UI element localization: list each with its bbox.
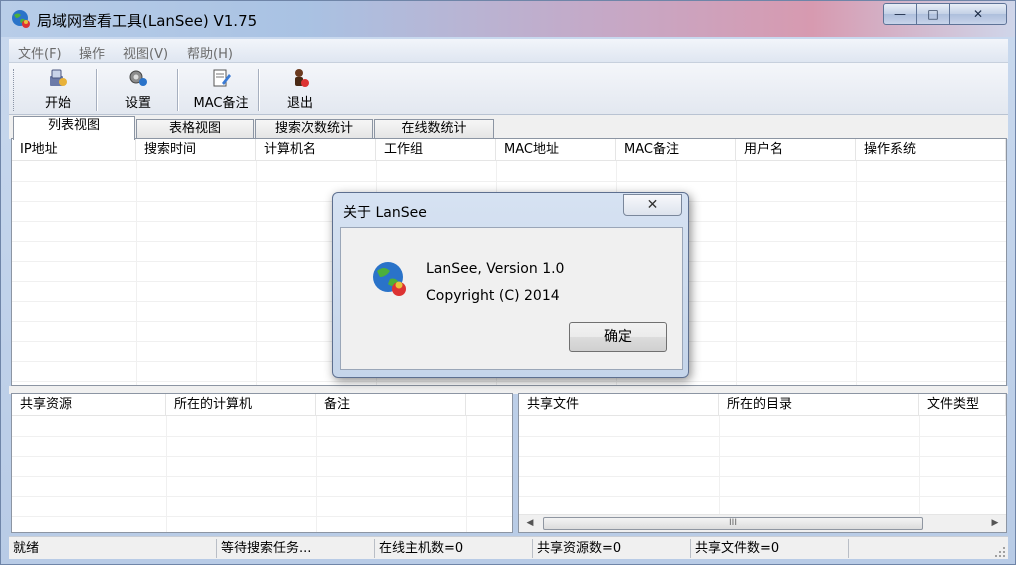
grid-line <box>919 416 920 514</box>
grid-line <box>736 161 737 385</box>
settings-icon <box>129 70 147 86</box>
col-search-time[interactable]: 搜索时间 <box>136 139 256 161</box>
scroll-left-icon[interactable]: ◀ <box>521 515 539 532</box>
grid-line <box>519 436 1006 437</box>
grid-line <box>12 436 512 437</box>
start-button[interactable]: 开始 <box>31 67 85 113</box>
toolbar-separator <box>96 69 98 111</box>
grid-line <box>316 416 317 532</box>
toolbar-separator <box>258 69 260 111</box>
start-label: 开始 <box>44 96 71 111</box>
files-list[interactable]: 共享文件 所在的目录 文件类型 ◀ III ▶ <box>518 393 1007 533</box>
minimize-icon: — <box>894 7 906 21</box>
start-icon <box>50 69 67 86</box>
minimize-button[interactable]: — <box>883 3 917 25</box>
grid-line <box>719 416 720 514</box>
status-file-count: 共享文件数=0 <box>691 539 849 558</box>
shares-list[interactable]: 共享资源 所在的计算机 备注 <box>11 393 513 533</box>
col-workgroup[interactable]: 工作组 <box>376 139 496 161</box>
col-computer-name[interactable]: 计算机名 <box>256 139 376 161</box>
col-mac-note[interactable]: MAC备注 <box>616 139 736 161</box>
scroll-thumb[interactable]: III <box>543 517 923 530</box>
app-window: 局域网查看工具(LanSee) V1.75 — □ ✕ 文件(F) 操作 视图(… <box>0 0 1016 565</box>
status-online-hosts: 在线主机数=0 <box>375 539 533 558</box>
view-tabs: 列表视图 表格视图 搜索次数统计 在线数统计 <box>9 115 1008 140</box>
mac-note-label: MAC备注 <box>193 96 249 111</box>
app-globe-icon <box>12 10 30 28</box>
settings-label: 设置 <box>124 96 151 111</box>
dialog-title: 关于 LanSee <box>343 205 427 221</box>
settings-button[interactable]: 设置 <box>111 67 165 113</box>
toolbar-grip[interactable] <box>13 69 16 111</box>
menu-view[interactable]: 视图(V) <box>123 43 168 62</box>
grid-line <box>166 416 167 532</box>
scroll-right-icon[interactable]: ▶ <box>986 515 1004 532</box>
window-title: 局域网查看工具(LanSee) V1.75 <box>37 12 258 30</box>
status-share-count: 共享资源数=0 <box>533 539 691 558</box>
grid-line <box>856 161 857 385</box>
col-share-resource[interactable]: 共享资源 <box>12 394 166 416</box>
status-bar: 就绪 等待搜索任务... 在线主机数=0 共享资源数=0 共享文件数=0 <box>9 536 1008 559</box>
col-directory[interactable]: 所在的目录 <box>719 394 919 416</box>
col-mac-address[interactable]: MAC地址 <box>496 139 616 161</box>
grid-line <box>256 161 257 385</box>
menu-help[interactable]: 帮助(H) <box>187 43 233 62</box>
toolbar-separator <box>177 69 179 111</box>
menu-operate[interactable]: 操作 <box>79 43 105 62</box>
version-text: LanSee, Version 1.0 <box>426 261 565 277</box>
close-icon: ✕ <box>972 7 984 21</box>
grid-line <box>12 516 512 517</box>
exit-icon <box>295 69 309 87</box>
menu-file[interactable]: 文件(F) <box>18 43 62 62</box>
grid-line <box>519 476 1006 477</box>
tab-list-view[interactable]: 列表视图 <box>13 116 135 140</box>
resize-grip-icon[interactable] <box>994 546 1006 558</box>
shares-list-header: 共享资源 所在的计算机 备注 <box>12 394 512 416</box>
col-file-type[interactable]: 文件类型 <box>919 394 1006 416</box>
files-horizontal-scrollbar[interactable]: ◀ III ▶ <box>519 514 1006 532</box>
exit-label: 退出 <box>286 96 313 111</box>
col-user-name[interactable]: 用户名 <box>736 139 856 161</box>
lansee-globe-icon <box>373 262 406 296</box>
grid-line <box>12 456 512 457</box>
status-task: 等待搜索任务... <box>217 539 375 558</box>
exit-button[interactable]: 退出 <box>273 67 327 113</box>
col-ip-address[interactable]: IP地址 <box>12 139 136 161</box>
grid-line <box>519 496 1006 497</box>
about-dialog: 关于 LanSee ✕ LanSee, Version 1.0 Copyrigh… <box>332 192 689 378</box>
grid-line <box>12 496 512 497</box>
maximize-icon: □ <box>927 7 939 21</box>
tab-search-count[interactable]: 搜索次数统计 <box>255 119 373 139</box>
grid-line <box>12 476 512 477</box>
grid-line <box>466 416 467 532</box>
copyright-text: Copyright (C) 2014 <box>426 288 560 304</box>
maximize-button[interactable]: □ <box>916 3 950 25</box>
files-list-header: 共享文件 所在的目录 文件类型 <box>519 394 1006 416</box>
title-bar[interactable]: 局域网查看工具(LanSee) V1.75 — □ ✕ <box>1 1 1015 37</box>
tab-table-view[interactable]: 表格视图 <box>136 119 254 139</box>
scroll-grip-icon: III <box>729 518 737 528</box>
toolbar: 开始 设置 MAC备注 退出 <box>9 63 1008 115</box>
col-share-note[interactable]: 备注 <box>316 394 466 416</box>
close-button[interactable]: ✕ <box>949 3 1007 25</box>
col-share-computer[interactable]: 所在的计算机 <box>166 394 316 416</box>
status-ready: 就绪 <box>9 539 217 558</box>
grid-line <box>136 161 137 385</box>
grid-line <box>519 456 1006 457</box>
host-list-header: IP地址 搜索时间 计算机名 工作组 MAC地址 MAC备注 用户名 操作系统 <box>12 139 1006 161</box>
dialog-body: LanSee, Version 1.0 Copyright (C) 2014 确… <box>340 227 683 370</box>
mac-note-icon <box>213 69 231 87</box>
close-icon: ✕ <box>646 197 659 213</box>
ok-button[interactable]: 确定 <box>569 322 667 352</box>
col-os[interactable]: 操作系统 <box>856 139 1006 161</box>
menu-bar: 文件(F) 操作 视图(V) 帮助(H) <box>9 39 1008 63</box>
mac-note-button[interactable]: MAC备注 <box>185 67 257 113</box>
col-shared-file[interactable]: 共享文件 <box>519 394 719 416</box>
dialog-close-button[interactable]: ✕ <box>623 194 682 216</box>
tab-online-count[interactable]: 在线数统计 <box>374 119 494 139</box>
